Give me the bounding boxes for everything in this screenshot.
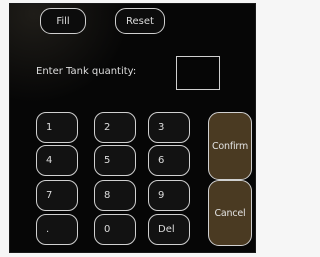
confirm-button[interactable]: Confirm [208,112,252,180]
key-decimal-label: . [46,224,50,235]
reset-button-label: Reset [126,15,154,27]
fill-button-label: Fill [56,15,70,27]
key-2-label: 2 [104,122,111,133]
key-2[interactable]: 2 [94,112,136,143]
touch-screen: Fill Reset Enter Tank quantity: 1 2 3 4 … [9,3,256,253]
key-6-label: 6 [158,155,165,166]
tank-quantity-field[interactable] [176,56,220,90]
key-9[interactable]: 9 [148,180,190,211]
reset-button[interactable]: Reset [115,8,165,34]
key-3-label: 3 [158,122,165,133]
key-6[interactable]: 6 [148,145,190,176]
fill-button[interactable]: Fill [40,8,86,34]
delete-button-label: Del [158,224,175,235]
tank-quantity-label: Enter Tank quantity: [36,66,137,77]
cancel-button[interactable]: Cancel [208,180,252,246]
key-5-label: 5 [104,155,111,166]
cancel-button-label: Cancel [214,207,246,219]
key-3[interactable]: 3 [148,112,190,143]
key-8[interactable]: 8 [94,180,136,211]
delete-button[interactable]: Del [148,214,190,245]
confirm-button-label: Confirm [211,140,249,152]
key-0[interactable]: 0 [94,214,136,245]
key-9-label: 9 [158,190,165,201]
key-8-label: 8 [104,190,111,201]
key-7-label: 7 [46,190,53,201]
key-0-label: 0 [104,224,111,235]
key-4[interactable]: 4 [36,145,78,176]
key-1[interactable]: 1 [36,112,78,143]
key-decimal[interactable]: . [36,214,78,245]
key-1-label: 1 [46,122,53,133]
key-7[interactable]: 7 [36,180,78,211]
key-5[interactable]: 5 [94,145,136,176]
key-4-label: 4 [46,155,53,166]
